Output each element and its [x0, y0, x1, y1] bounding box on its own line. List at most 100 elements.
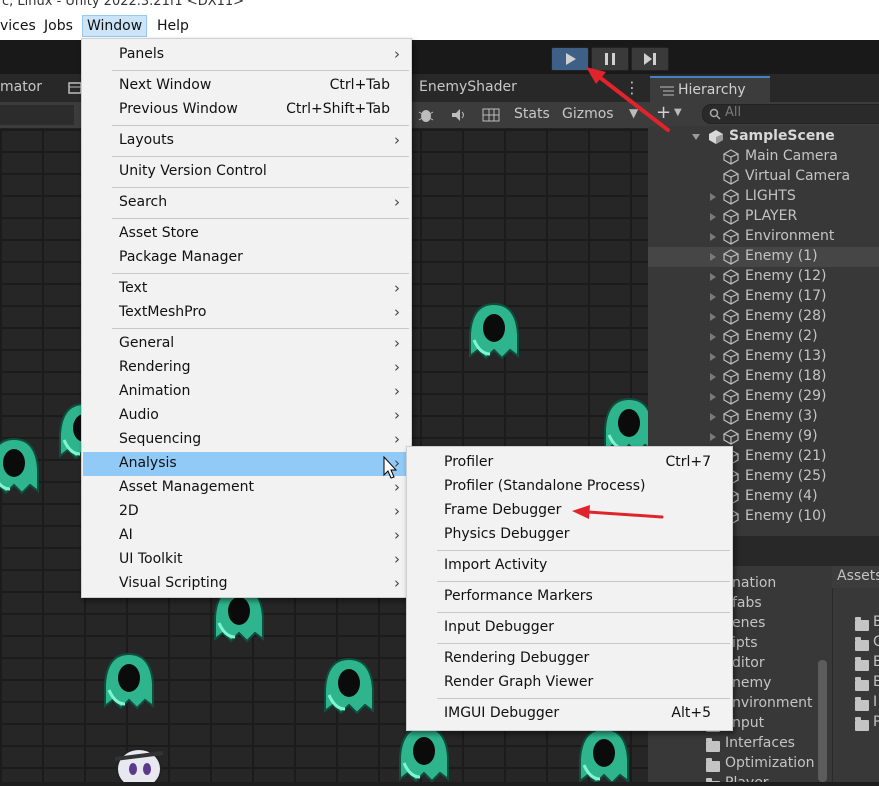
add-object-button[interactable]: + — [656, 102, 671, 123]
menu-item-search[interactable]: Search › — [83, 191, 410, 215]
gizmos-dropdown-icon[interactable]: ▼ — [629, 106, 638, 120]
expand-arrow-icon[interactable] — [710, 313, 716, 321]
menu-item-package-manager[interactable]: Package Manager — [83, 246, 410, 270]
expand-arrow-icon[interactable] — [710, 413, 716, 421]
expand-arrow-icon[interactable] — [710, 233, 716, 241]
expand-arrow-icon[interactable] — [710, 333, 716, 341]
audio-icon[interactable] — [450, 107, 468, 123]
asset-folder-label[interactable]: C — [873, 634, 879, 650]
asset-folder-label[interactable]: B — [873, 614, 879, 630]
submenu-item-import-activity[interactable]: Import Activity — [408, 554, 731, 578]
step-button[interactable] — [631, 47, 669, 71]
menu-item-panels[interactable]: Panels › — [83, 43, 410, 67]
more-options-icon[interactable]: ⋮ — [624, 78, 640, 97]
submenu-item-profiler-standalone-process[interactable]: Profiler (Standalone Process) — [408, 475, 731, 499]
project-folder-label[interactable]: enes — [732, 615, 765, 631]
expand-arrow-icon[interactable] — [710, 433, 716, 441]
hierarchy-row[interactable]: Enemy (2) — [648, 327, 879, 347]
menu-item-asset-store[interactable]: Asset Store — [83, 222, 410, 246]
submenu-item-profiler[interactable]: Profiler Ctrl+7 — [408, 451, 731, 475]
menu-item-next-window[interactable]: Next Window Ctrl+Tab — [83, 74, 410, 98]
menu-item-general[interactable]: General › — [83, 332, 410, 356]
menu-window[interactable]: Window — [82, 15, 148, 37]
menu-item-audio[interactable]: Audio › — [83, 404, 410, 428]
hierarchy-row[interactable]: Virtual Camera — [648, 167, 879, 187]
submenu-item-physics-debugger[interactable]: Physics Debugger — [408, 523, 731, 547]
hierarchy-row[interactable]: Enemy (1) — [648, 247, 879, 267]
stats-button[interactable]: Stats — [514, 106, 550, 122]
menu-item-2d[interactable]: 2D › — [83, 500, 410, 524]
submenu-item-imgui-debugger[interactable]: IMGUI Debugger Alt+5 — [408, 702, 731, 726]
menu-item-layouts[interactable]: Layouts › — [83, 129, 410, 153]
asset-folder-label[interactable]: P — [873, 714, 879, 730]
expand-arrow-icon[interactable] — [710, 373, 716, 381]
menu-item-asset-management[interactable]: Asset Management › — [83, 476, 410, 500]
project-folder-label[interactable]: nvironment — [732, 695, 813, 711]
hierarchy-row[interactable]: Main Camera — [648, 147, 879, 167]
expand-arrow-icon[interactable] — [710, 393, 716, 401]
scene-dropdown[interactable] — [0, 105, 74, 125]
menu-item-animation[interactable]: Animation › — [83, 380, 410, 404]
project-scrollbar[interactable] — [818, 660, 827, 782]
grid-icon[interactable] — [482, 107, 500, 123]
menu-item-analysis[interactable]: Analysis › — [83, 452, 410, 476]
tab-hierarchy[interactable]: Hierarchy — [650, 76, 770, 104]
project-folder-label[interactable]: Player — [725, 775, 769, 782]
menu-item-sequencing[interactable]: Sequencing › — [83, 428, 410, 452]
menu-item-text[interactable]: Text › — [83, 277, 410, 301]
menu-jobs[interactable]: Jobs — [44, 16, 73, 36]
asset-folder-label[interactable]: I — [873, 694, 877, 710]
project-folder-label[interactable]: ipts — [732, 635, 758, 651]
tab-animator[interactable]: mator — [0, 79, 42, 95]
asset-folder-label[interactable]: E — [873, 674, 879, 690]
submenu-item-performance-markers[interactable]: Performance Markers — [408, 585, 731, 609]
menu-help[interactable]: Help — [157, 16, 189, 36]
expand-arrow-icon[interactable] — [710, 353, 716, 361]
menu-item-rendering[interactable]: Rendering › — [83, 356, 410, 380]
add-dropdown-icon[interactable]: ▼ — [674, 107, 682, 118]
hierarchy-row[interactable]: Enemy (12) — [648, 267, 879, 287]
hierarchy-row[interactable]: Enemy (17) — [648, 287, 879, 307]
expand-arrow-icon[interactable] — [710, 213, 716, 221]
pause-button[interactable] — [591, 47, 629, 71]
menu-item-textmeshpro[interactable]: TextMeshPro › — [83, 301, 410, 325]
play-button[interactable] — [551, 47, 589, 71]
submenu-item-rendering-debugger[interactable]: Rendering Debugger — [408, 647, 731, 671]
expand-arrow-icon[interactable] — [710, 273, 716, 281]
menu-services[interactable]: vices — [0, 16, 36, 36]
assets-breadcrumb-label[interactable]: Assets — [837, 568, 879, 584]
hierarchy-row[interactable]: LIGHTS — [648, 187, 879, 207]
project-folder-label[interactable]: nput — [732, 715, 764, 731]
project-folder-label[interactable]: Interfaces — [725, 735, 795, 751]
gizmos-button[interactable]: Gizmos — [562, 106, 614, 122]
hierarchy-row[interactable]: Enemy (18) — [648, 367, 879, 387]
hierarchy-row[interactable]: Enemy (28) — [648, 307, 879, 327]
hierarchy-row[interactable]: Enemy (3) — [648, 407, 879, 427]
project-folder-label[interactable]: nation — [732, 575, 776, 591]
project-folder-label[interactable]: nemy — [732, 675, 771, 691]
submenu-item-input-debugger[interactable]: Input Debugger — [408, 616, 731, 640]
menu-item-visual-scripting[interactable]: Visual Scripting › — [83, 572, 410, 596]
expand-arrow-icon[interactable] — [710, 253, 716, 261]
collapse-arrow-icon[interactable] — [692, 134, 700, 140]
project-folder-label[interactable]: fabs — [732, 595, 762, 611]
submenu-item-frame-debugger[interactable]: Frame Debugger — [408, 499, 731, 523]
expand-arrow-icon[interactable] — [710, 293, 716, 301]
hierarchy-row[interactable]: Enemy (9) — [648, 427, 879, 447]
submenu-item-render-graph-viewer[interactable]: Render Graph Viewer — [408, 671, 731, 695]
hierarchy-row[interactable]: Enemy (13) — [648, 347, 879, 367]
expand-arrow-icon[interactable] — [710, 193, 716, 201]
project-folder-label[interactable]: ditor — [732, 655, 765, 671]
asset-folder-label[interactable]: E — [873, 654, 879, 670]
hierarchy-search-input[interactable]: All — [702, 104, 879, 124]
menu-item-previous-window[interactable]: Previous Window Ctrl+Shift+Tab — [83, 98, 410, 122]
menu-item-ui-toolkit[interactable]: UI Toolkit › — [83, 548, 410, 572]
project-folder-label[interactable]: Optimization — [725, 755, 815, 771]
bug-icon[interactable] — [417, 107, 435, 123]
hierarchy-row[interactable]: Environment — [648, 227, 879, 247]
menu-item-ai[interactable]: AI › — [83, 524, 410, 548]
hierarchy-row[interactable]: PLAYER — [648, 207, 879, 227]
menu-item-unity-version-control[interactable]: Unity Version Control — [83, 160, 410, 184]
hierarchy-row[interactable]: Enemy (29) — [648, 387, 879, 407]
scene-root-row[interactable]: SampleScene — [648, 127, 879, 147]
